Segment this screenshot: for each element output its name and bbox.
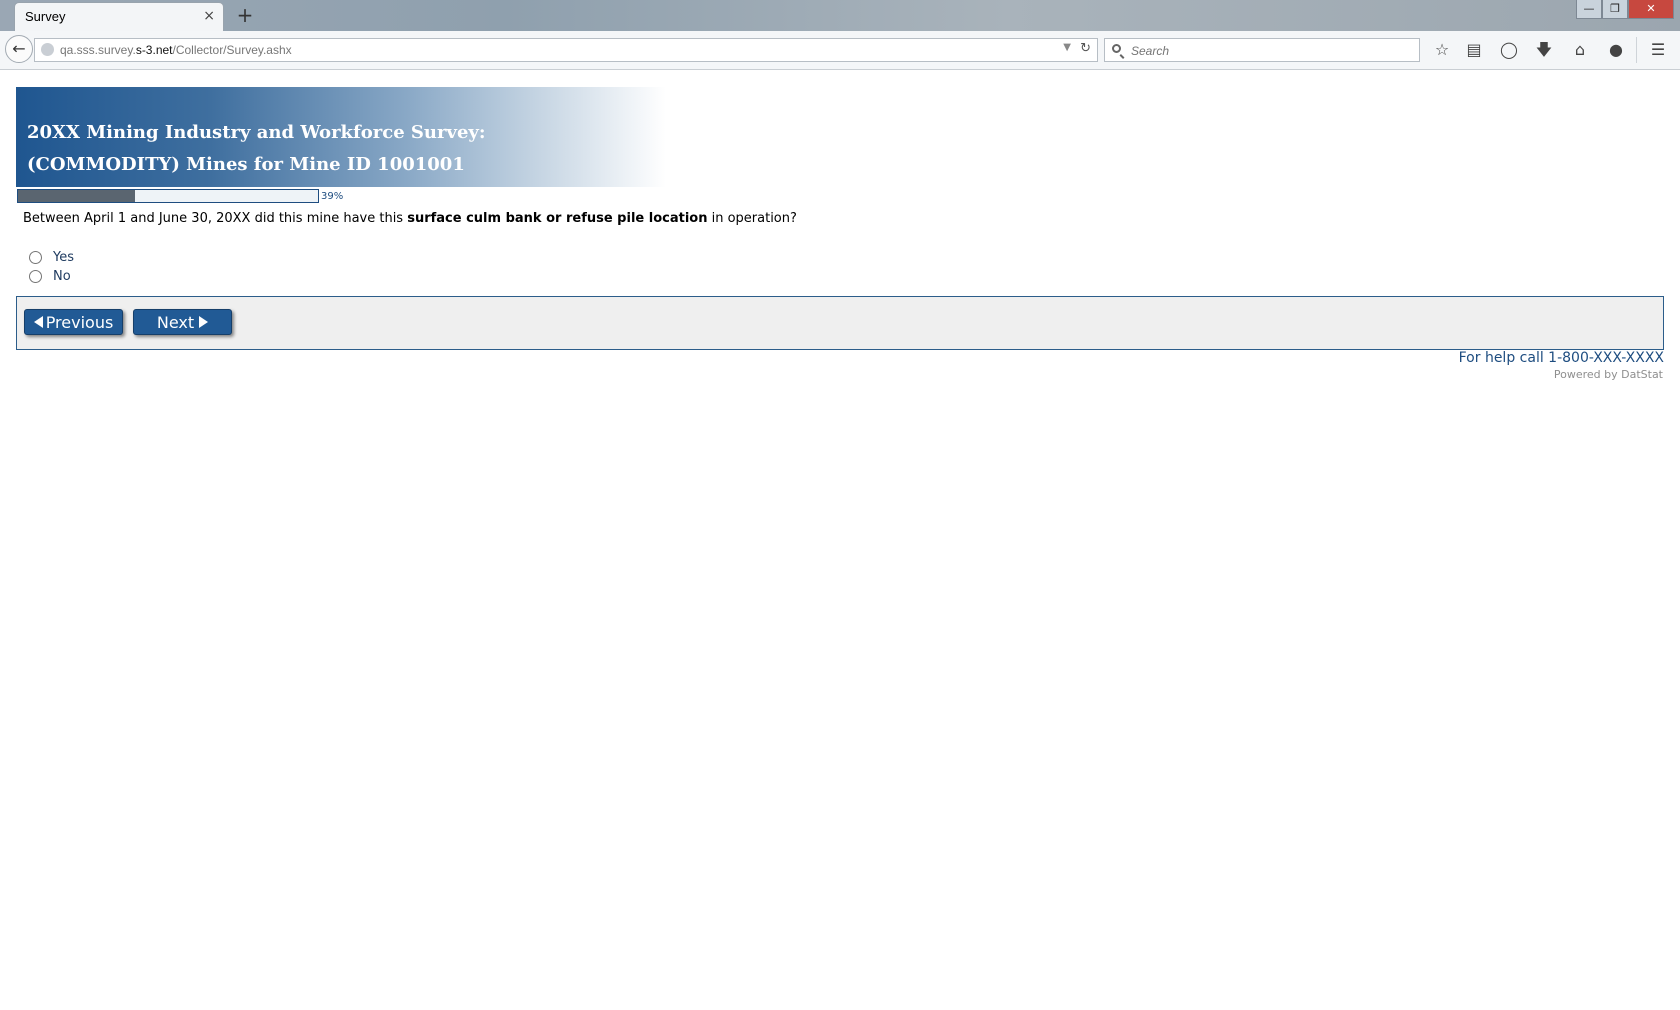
url-text[interactable]: qa.sss.survey.s-3.net/Collector/Survey.a… — [60, 43, 292, 57]
address-bar[interactable]: qa.sss.survey.s-3.net/Collector/Survey.a… — [34, 38, 1098, 62]
history-dropdown-icon[interactable]: ▼ — [1063, 42, 1071, 53]
navigation-panel: Previous Next — [16, 296, 1664, 350]
progress-fill — [18, 190, 135, 202]
arrow-left-icon — [33, 316, 43, 328]
new-tab-icon[interactable]: + — [234, 4, 256, 26]
maximize-window-icon[interactable]: ❐ — [1602, 0, 1628, 19]
back-arrow-icon[interactable]: ← — [5, 35, 33, 63]
next-button-label: Next — [156, 312, 195, 332]
tab-title: Survey — [25, 9, 66, 24]
survey-subtitle: (COMMODITY) Mines for Mine ID 1001001 — [27, 154, 465, 175]
next-button[interactable]: Next — [133, 309, 232, 335]
progress-percent: 39% — [321, 191, 344, 202]
option-no-label: No — [53, 269, 71, 284]
close-window-icon[interactable]: ✕ — [1628, 0, 1674, 19]
question-emphasis: surface culm bank or refuse pile locatio… — [407, 211, 708, 226]
option-no[interactable]: No — [29, 269, 71, 284]
powered-by-text: Powered by DatStat — [1553, 368, 1663, 381]
minimize-window-icon[interactable]: — — [1576, 0, 1602, 19]
browser-titlebar: Survey × + — ❐ ✕ — [0, 0, 1680, 31]
help-phone-text: For help call 1-800-XXX-XXXX — [1458, 350, 1664, 366]
pocket-icon[interactable]: ◯ — [1497, 39, 1521, 61]
download-icon[interactable]: 🡇 — [1532, 39, 1556, 61]
browser-tab[interactable]: Survey × — [14, 2, 224, 31]
tab-close-icon[interactable]: × — [203, 8, 215, 24]
window-controls: — ❐ ✕ — [1576, 0, 1674, 20]
radio-yes[interactable] — [29, 251, 42, 264]
chat-icon[interactable]: ● — [1604, 39, 1628, 61]
question-text: Between April 1 and June 30, 20XX did th… — [23, 211, 797, 226]
bookmark-star-icon[interactable]: ☆ — [1430, 39, 1454, 61]
toolbar-divider — [1636, 37, 1637, 63]
option-yes-label: Yes — [53, 250, 74, 265]
survey-title: 20XX Mining Industry and Workforce Surve… — [27, 122, 486, 143]
menu-icon[interactable]: ☰ — [1646, 39, 1670, 61]
progress-bar — [17, 189, 319, 203]
option-yes[interactable]: Yes — [29, 250, 74, 265]
arrow-right-icon — [199, 316, 209, 328]
home-icon[interactable]: ⌂ — [1568, 39, 1592, 61]
search-input[interactable] — [1129, 41, 1413, 61]
search-icon — [1112, 44, 1121, 53]
radio-no[interactable] — [29, 270, 42, 283]
search-bar[interactable] — [1104, 38, 1420, 62]
survey-header-banner: 20XX Mining Industry and Workforce Surve… — [16, 87, 666, 187]
previous-button-label: Previous — [45, 312, 114, 332]
site-identity-icon[interactable] — [41, 43, 54, 56]
reading-list-icon[interactable]: ▤ — [1462, 39, 1486, 61]
browser-toolbar: ← qa.sss.survey.s-3.net/Collector/Survey… — [0, 31, 1680, 70]
reload-icon[interactable]: ↻ — [1080, 41, 1091, 56]
previous-button[interactable]: Previous — [24, 309, 123, 335]
